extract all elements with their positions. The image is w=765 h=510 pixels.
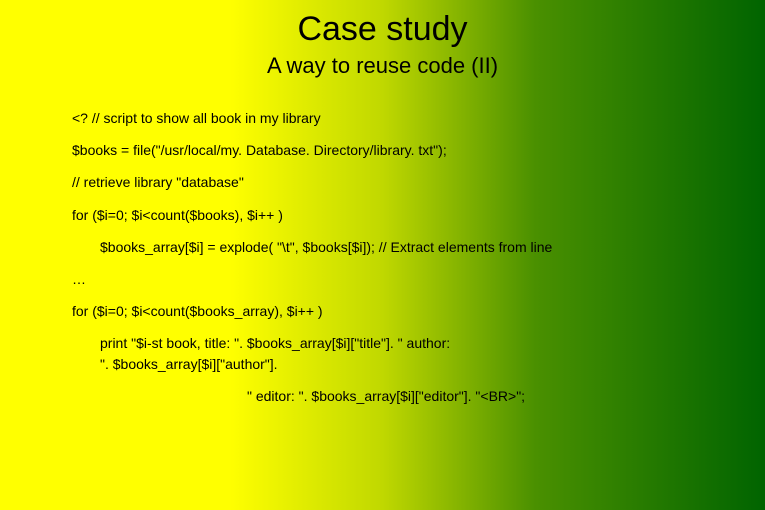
code-line: … <box>72 270 765 288</box>
slide-subtitle: A way to reuse code (II) <box>0 49 765 79</box>
code-block: <? // script to show all book in my libr… <box>0 79 765 405</box>
slide-title: Case study <box>0 0 765 49</box>
code-line: <? // script to show all book in my libr… <box>72 109 765 127</box>
code-line: // retrieve library "database" <box>72 173 765 191</box>
code-line: $books = file("/usr/local/my. Database. … <box>72 141 765 159</box>
code-line: for ($i=0; $i<count($books_array), $i++ … <box>72 302 765 320</box>
code-line: ". $books_array[$i]["author"]. <box>72 355 765 373</box>
code-line: print "$i-st book, title: ". $books_arra… <box>72 334 765 352</box>
code-line: $books_array[$i] = explode( "\t", $books… <box>72 238 765 256</box>
code-line: " editor: ". $books_array[$i]["editor"].… <box>72 387 765 405</box>
code-line: for ($i=0; $i<count($books), $i++ ) <box>72 206 765 224</box>
